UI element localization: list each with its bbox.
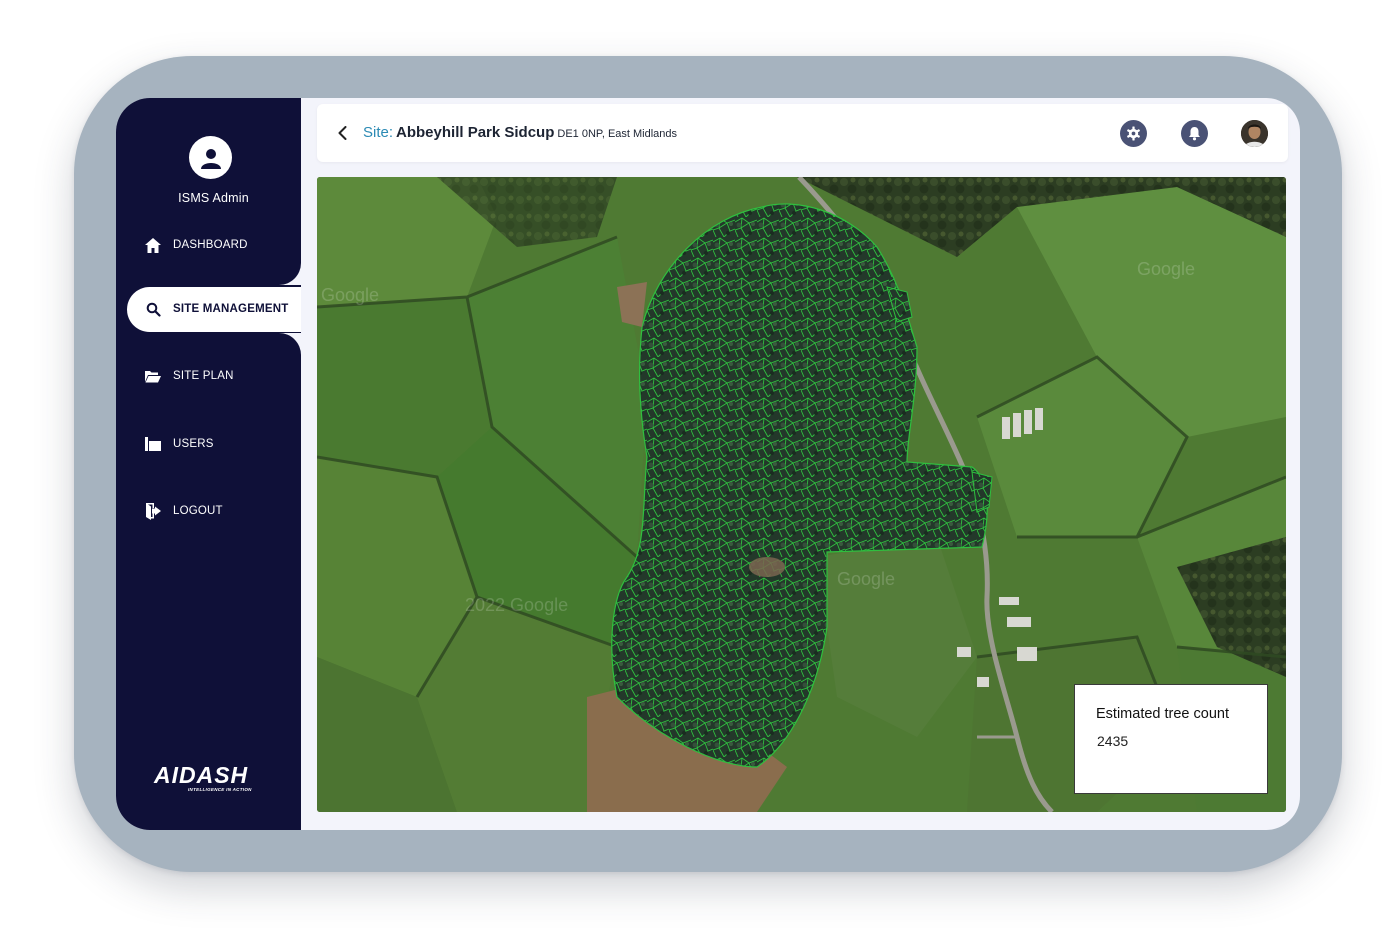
sidebar-item-label: SITE MANAGEMENT bbox=[173, 303, 289, 315]
app-screen: ISMS Admin DASHBOARD SITE MANAGEMENT SIT… bbox=[116, 98, 1300, 830]
page-title: Site: Abbeyhill Park Sidcup DE1 0NP, East … bbox=[363, 124, 677, 141]
site-address: DE1 0NP, East Midlands bbox=[557, 128, 678, 140]
sidebar-item-label: SITE PLAN bbox=[173, 370, 234, 382]
tree-count-label: Estimated tree count bbox=[1096, 706, 1229, 722]
back-icon[interactable] bbox=[335, 125, 349, 141]
sidebar: ISMS Admin DASHBOARD SITE MANAGEMENT SIT… bbox=[116, 98, 301, 830]
sidebar-item-logout[interactable]: LOGOUT bbox=[144, 501, 223, 521]
sidebar-item-label: USERS bbox=[173, 438, 214, 450]
tree-count-card: Estimated tree count 2435 bbox=[1074, 684, 1268, 794]
site-label: Site: bbox=[363, 124, 394, 141]
satellite-map[interactable]: Google 2022 Google Google Google Estimat… bbox=[317, 177, 1286, 812]
admin-avatar-icon[interactable] bbox=[189, 136, 232, 179]
aidash-logo: AIDASH INTELLIGENCE IN ACTION bbox=[154, 762, 252, 792]
field bbox=[317, 297, 492, 477]
top-header: Site: Abbeyhill Park Sidcup DE1 0NP, East … bbox=[317, 104, 1288, 162]
admin-name: ISMS Admin bbox=[178, 191, 249, 205]
gear-icon[interactable] bbox=[1120, 120, 1147, 147]
tree-count-value: 2435 bbox=[1097, 733, 1129, 749]
svg-text:2022 Google: 2022 Google bbox=[465, 595, 568, 615]
site-name: Abbeyhill Park Sidcup bbox=[396, 124, 555, 141]
svg-text:Google: Google bbox=[1137, 259, 1195, 279]
svg-text:Google: Google bbox=[321, 285, 379, 305]
sidebar-item-dashboard[interactable]: DASHBOARD bbox=[144, 235, 248, 255]
logout-icon bbox=[144, 502, 162, 520]
search-icon bbox=[144, 300, 162, 318]
bell-icon[interactable] bbox=[1181, 120, 1208, 147]
users-icon bbox=[144, 435, 162, 453]
sidebar-item-label: DASHBOARD bbox=[173, 239, 248, 251]
sidebar-item-label: LOGOUT bbox=[173, 505, 223, 517]
clearing bbox=[749, 557, 785, 577]
sidebar-item-users[interactable]: USERS bbox=[144, 434, 214, 454]
folder-open-icon bbox=[144, 367, 162, 385]
sidebar-item-site-management[interactable]: SITE MANAGEMENT bbox=[144, 299, 288, 319]
sidebar-bottom-panel bbox=[116, 333, 301, 830]
svg-text:Google: Google bbox=[837, 569, 895, 589]
home-icon bbox=[144, 236, 162, 254]
user-avatar[interactable] bbox=[1241, 120, 1268, 147]
sidebar-item-site-plan[interactable]: SITE PLAN bbox=[144, 366, 234, 386]
